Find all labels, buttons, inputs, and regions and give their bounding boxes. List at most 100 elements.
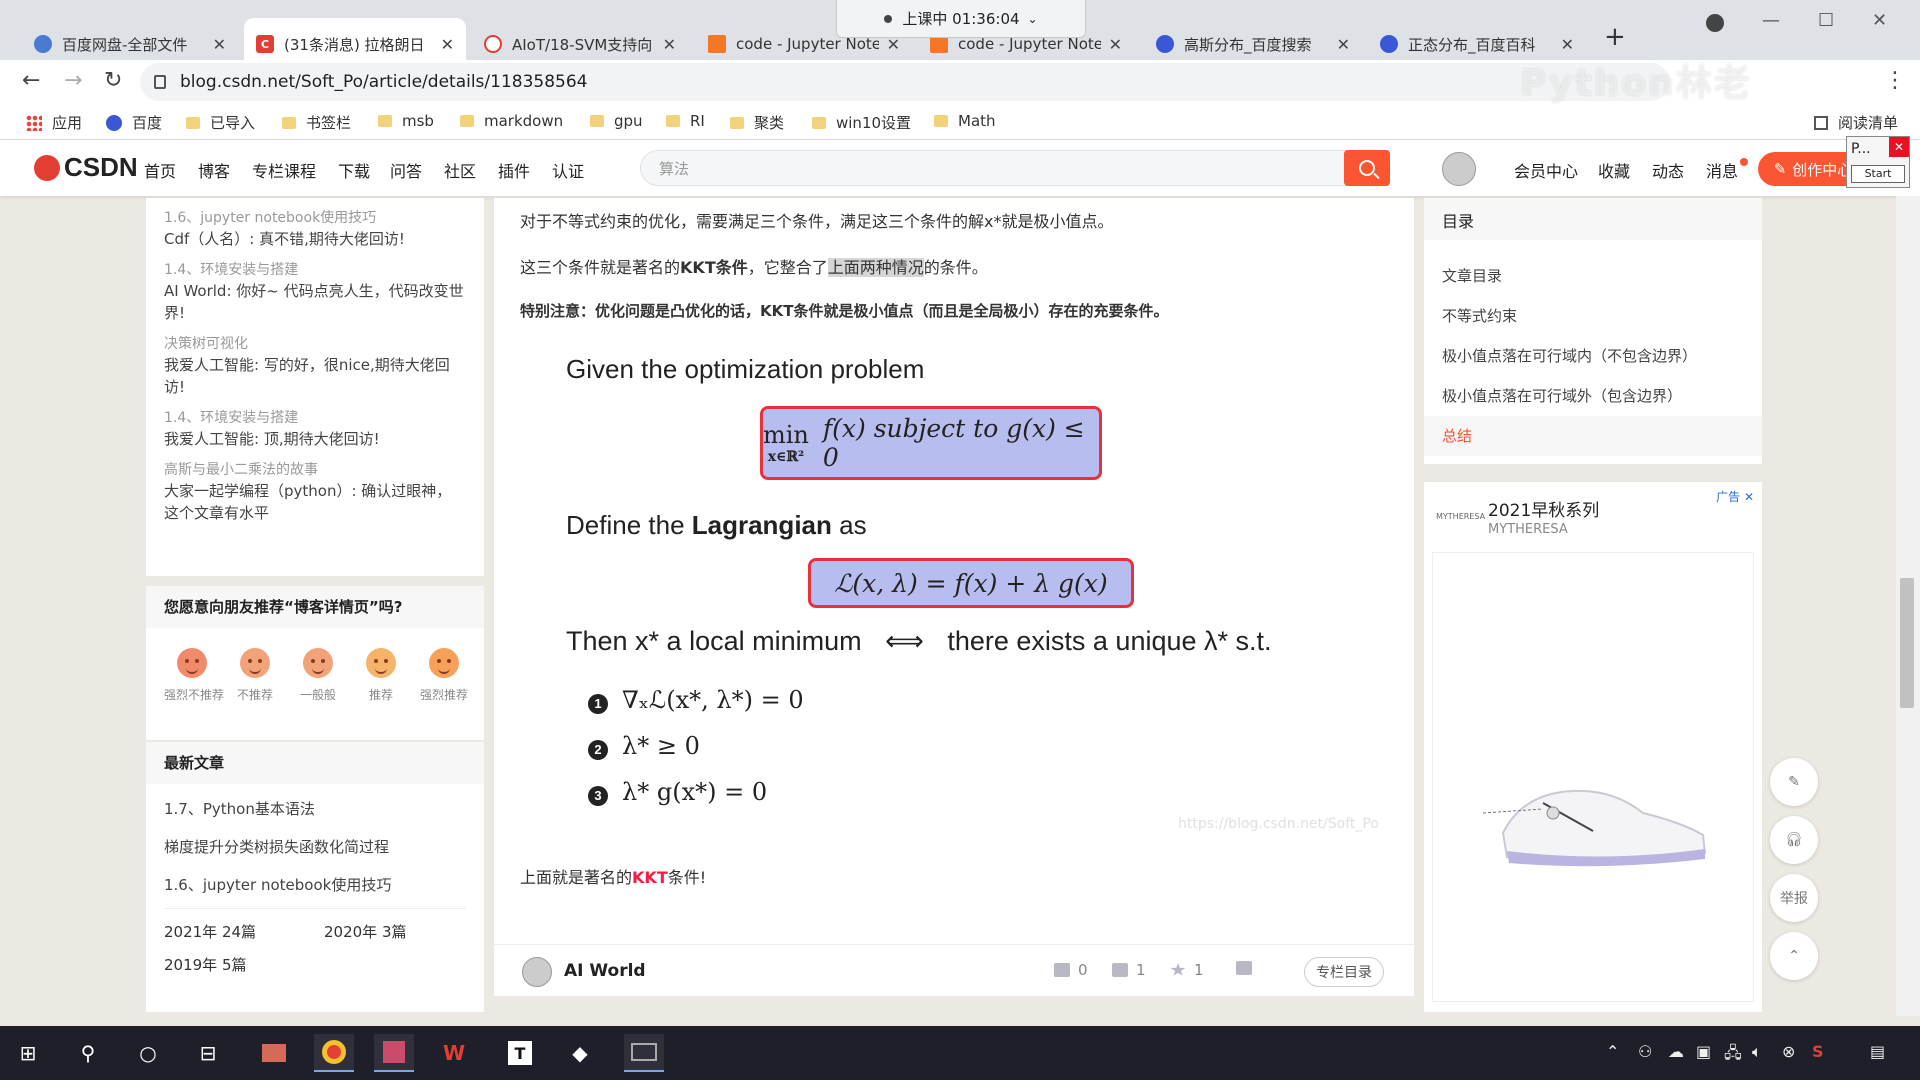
nav-messages[interactable]: 消息 <box>1706 158 1738 182</box>
tray-app-icon[interactable]: ▣ <box>1696 1042 1711 1061</box>
search-input[interactable]: 算法 <box>640 150 1388 186</box>
nav-qa[interactable]: 问答 <box>390 158 422 182</box>
column-toc-button[interactable]: 专栏目录 <box>1304 957 1384 987</box>
nav-favorites[interactable]: 收藏 <box>1598 158 1630 182</box>
comment-article[interactable]: 1.6、jupyter notebook使用技巧 <box>164 208 466 228</box>
rating-neutral[interactable]: 一般般 <box>290 648 346 703</box>
maximize-button[interactable]: ☐ <box>1818 10 1834 31</box>
like-button[interactable]: 0 <box>1054 961 1088 979</box>
network-icon[interactable]: 🖧︎ <box>1724 1042 1742 1069</box>
ad-close-tag[interactable]: 广告 ✕ <box>1716 488 1754 505</box>
close-icon[interactable]: ✕ <box>1561 35 1574 54</box>
edit-float-button[interactable]: ✎ <box>1770 758 1818 806</box>
notifications-icon[interactable]: ▤ <box>1870 1042 1885 1061</box>
comment-article[interactable]: 1.4、环境安装与搭建 <box>164 260 466 280</box>
new-tab-button[interactable]: + <box>1604 22 1626 52</box>
bookmark-folder[interactable]: markdown <box>460 112 563 130</box>
comment-article[interactable]: 决策树可视化 <box>164 334 466 354</box>
toc-item[interactable]: 极小值点落在可行域内（不包含边界） <box>1424 336 1762 376</box>
back-icon[interactable]: ← <box>22 68 40 93</box>
comment-item[interactable]: 1.6、jupyter notebook使用技巧 Cdf（人名）: 真不错,期待大… <box>164 208 466 250</box>
search-icon[interactable]: ⚲ <box>68 1034 108 1072</box>
comment-item[interactable]: 1.4、环境安装与搭建 我爱人工智能: 顶,期待大佬回访! <box>164 408 466 450</box>
scrollbar-thumb[interactable] <box>1900 578 1914 708</box>
terminal-icon[interactable] <box>624 1034 664 1072</box>
support-float-button[interactable]: 🎧︎ <box>1770 816 1818 864</box>
toc-item[interactable]: 不等式约束 <box>1424 296 1762 336</box>
back-to-top-button[interactable]: ⌃ <box>1770 932 1818 980</box>
comment-button[interactable]: 1 <box>1112 961 1146 979</box>
close-icon[interactable]: ✕ <box>213 35 226 54</box>
close-icon[interactable]: ✕ <box>1337 35 1350 54</box>
task-view-icon[interactable]: ⊟ <box>188 1034 228 1072</box>
forward-icon[interactable]: → <box>64 68 82 93</box>
ad-image[interactable] <box>1432 552 1754 1002</box>
reading-list-button[interactable]: 阅读清单 <box>1813 112 1898 133</box>
rating-strongly-not[interactable]: 强烈不推荐 <box>164 648 224 703</box>
latest-article-link[interactable]: 1.7、Python基本语法 <box>146 790 484 828</box>
browser-menu-icon[interactable]: ⋮ <box>1884 68 1906 93</box>
nav-download[interactable]: 下载 <box>338 158 370 182</box>
reload-icon[interactable]: ↻ <box>104 68 122 93</box>
favorite-button[interactable]: 1 <box>1170 961 1204 979</box>
csdn-logo[interactable]: CSDN <box>34 152 138 183</box>
cloud-icon[interactable]: ☁ <box>1668 1042 1684 1061</box>
class-timer[interactable]: 上课中 01:36:04 ⌄ <box>836 0 1086 38</box>
close-icon[interactable]: ✕ <box>663 35 676 54</box>
bookmark-folder[interactable]: 书签栏 <box>282 112 351 133</box>
chrome-icon[interactable] <box>314 1034 354 1072</box>
author-name[interactable]: AI World <box>564 961 646 981</box>
minimize-button[interactable]: — <box>1762 10 1780 31</box>
bookmark-folder[interactable]: 聚类 <box>730 112 784 133</box>
bookmark-apps[interactable]: 应用 <box>26 112 82 133</box>
nav-home[interactable]: 首页 <box>144 158 176 182</box>
comment-item[interactable]: 高斯与最小二乘法的故事 大家一起学编程（python）: 确认过眼神，这个文章有水… <box>164 460 466 524</box>
nav-blog[interactable]: 博客 <box>198 158 230 182</box>
tray-chevron-icon[interactable]: ⌃ <box>1606 1042 1619 1061</box>
toc-item-active[interactable]: 总结 <box>1424 416 1762 456</box>
bookmark-folder[interactable]: 已导入 <box>186 112 255 133</box>
nav-community[interactable]: 社区 <box>444 158 476 182</box>
popup-close-button[interactable]: ✕ <box>1889 137 1909 157</box>
file-manager-icon[interactable] <box>254 1034 294 1072</box>
author-avatar[interactable] <box>522 957 552 987</box>
profile-icon[interactable] <box>1706 14 1724 32</box>
bookmark-baidu[interactable]: 百度 <box>106 112 162 133</box>
close-icon[interactable]: ✕ <box>441 35 454 54</box>
app-diamond-icon[interactable]: ◆ <box>560 1034 600 1072</box>
avatar[interactable] <box>1442 152 1476 186</box>
toc-item[interactable]: 文章目录 <box>1424 256 1762 296</box>
tray-close-icon[interactable]: ⊗ <box>1782 1042 1795 1061</box>
bookmark-folder[interactable]: Math <box>934 112 996 130</box>
search-button[interactable] <box>1344 150 1390 186</box>
latest-article-link[interactable]: 梯度提升分类树损失函数化简过程 <box>146 828 484 866</box>
bookmark-folder[interactable]: msb <box>378 112 434 130</box>
toc-item[interactable]: 极小值点落在可行域外（包含边界） <box>1424 376 1762 416</box>
rating-strongly[interactable]: 强烈推荐 <box>416 648 472 703</box>
chevron-down-icon[interactable]: ⌄ <box>1028 12 1038 26</box>
comment-item[interactable]: 决策树可视化 我爱人工智能: 写的好，很nice,期待大佬回访! <box>164 334 466 398</box>
bookmark-folder[interactable]: RI <box>666 112 705 130</box>
rating-recommend[interactable]: 推荐 <box>353 648 409 703</box>
archive-link[interactable]: 2021年 24篇 <box>164 921 324 942</box>
bookmark-folder[interactable]: gpu <box>590 112 643 130</box>
ad-title[interactable]: 2021早秋系列 <box>1488 496 1599 521</box>
comment-item[interactable]: 1.4、环境安装与搭建 AI World: 你好~ 代码点亮人生，代码改变世界! <box>164 260 466 324</box>
bookmark-folder[interactable]: win10设置 <box>812 112 911 133</box>
popup-start-button[interactable]: Start <box>1851 165 1905 183</box>
close-window-button[interactable]: ✕ <box>1872 10 1887 31</box>
archive-link[interactable]: 2020年 3篇 <box>324 921 484 942</box>
nav-member-center[interactable]: 会员中心 <box>1514 158 1578 182</box>
archive-link[interactable]: 2019年 5篇 <box>164 954 324 975</box>
comment-article[interactable]: 1.4、环境安装与搭建 <box>164 408 466 428</box>
nav-courses[interactable]: 专栏课程 <box>252 158 316 182</box>
advertisement[interactable]: MYTHERESA 2021早秋系列 MYTHERESA 广告 ✕ <box>1424 482 1762 1012</box>
wps-icon[interactable]: W <box>434 1034 474 1072</box>
typora-icon[interactable]: T <box>500 1034 540 1072</box>
report-float-button[interactable]: 举报 <box>1770 874 1818 922</box>
tray-app-s-icon[interactable]: S <box>1812 1042 1824 1061</box>
windows-start-icon[interactable]: ⊞ <box>8 1034 48 1072</box>
nav-certification[interactable]: 认证 <box>552 158 584 182</box>
cortana-icon[interactable]: ○ <box>128 1034 168 1072</box>
nav-plugins[interactable]: 插件 <box>498 158 530 182</box>
